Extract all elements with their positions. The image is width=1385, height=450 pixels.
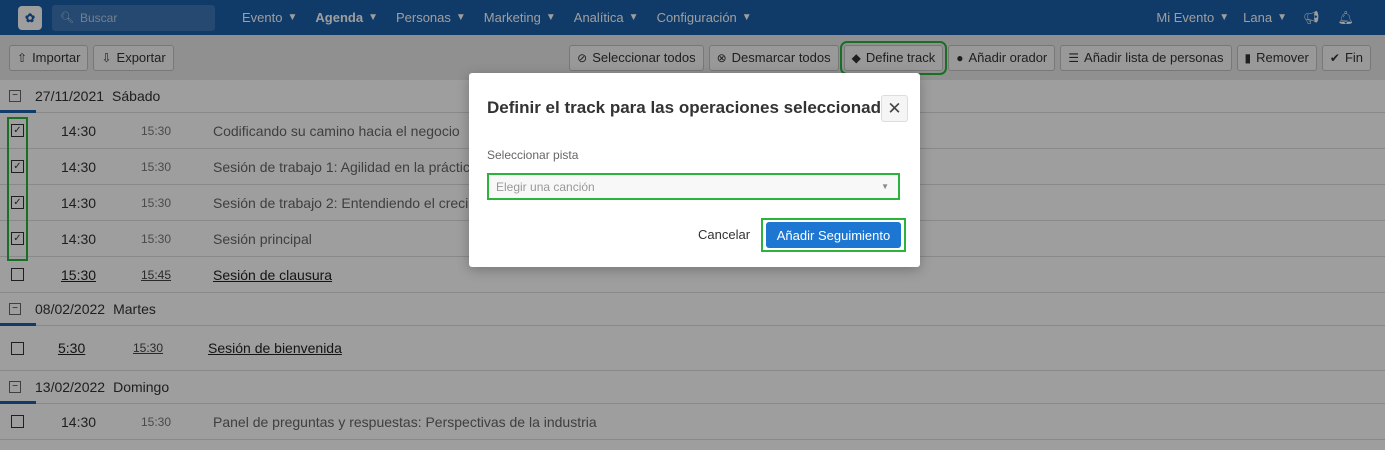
track-select-placeholder: Elegir una canción (496, 179, 595, 194)
track-field-label: Seleccionar pista (487, 148, 579, 162)
dialog-title: Definir el track para las operaciones se… (487, 98, 900, 117)
close-icon[interactable]: ✕ (881, 95, 908, 122)
cancel-button[interactable]: Cancelar (698, 227, 750, 242)
caret-down-icon: ▼ (881, 182, 889, 191)
define-track-dialog: Definir el track para las operaciones se… (469, 73, 920, 267)
track-select[interactable]: Elegir una canción ▼ (487, 173, 900, 200)
add-track-button[interactable]: Añadir Seguimiento (766, 222, 901, 248)
